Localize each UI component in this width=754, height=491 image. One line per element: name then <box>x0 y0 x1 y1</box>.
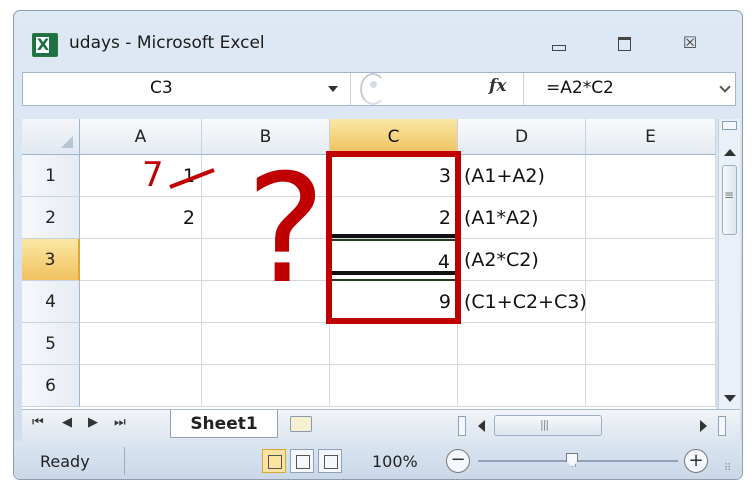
formula-bar: C3 fx =A2*C2 <box>22 72 736 106</box>
status-text: Ready <box>40 452 90 471</box>
cell-c4[interactable]: 9 <box>330 281 458 323</box>
vertical-scroll-thumb[interactable] <box>722 165 737 235</box>
name-box-value: C3 <box>150 78 173 98</box>
cell-b6[interactable] <box>202 365 330 407</box>
normal-view-icon[interactable] <box>262 449 286 473</box>
cell-c6[interactable] <box>330 365 458 407</box>
row-header-3[interactable]: 3 <box>22 239 80 281</box>
scroll-right-arrow-icon[interactable] <box>700 420 707 432</box>
excel-window: X udays - Microsoft Excel ☒ C3 fx =A2*C2… <box>13 10 743 480</box>
cell-e5[interactable] <box>586 323 716 365</box>
column-header-d[interactable]: D <box>458 119 586 155</box>
cell-a5[interactable] <box>80 323 202 365</box>
annotation-handwritten-seven: 7 <box>142 155 164 195</box>
cell-e6[interactable] <box>586 365 716 407</box>
formula-bar-handle-icon <box>360 73 386 105</box>
excel-app-icon[interactable]: X <box>32 33 58 57</box>
chevron-down-icon[interactable] <box>328 86 338 92</box>
previous-sheet-icon[interactable]: ◀ <box>62 415 72 430</box>
cell-e1[interactable] <box>586 155 716 197</box>
scroll-down-arrow-icon[interactable] <box>724 395 736 402</box>
cell-d4[interactable]: (C1+C2+C3) <box>458 281 587 323</box>
sheet-tab-sheet1[interactable]: Sheet1 <box>170 410 278 438</box>
vertical-split-handle[interactable] <box>722 121 737 130</box>
cell-a1[interactable]: 1 <box>80 155 202 197</box>
cell-d5[interactable] <box>458 323 586 365</box>
zoom-slider-track[interactable] <box>478 460 678 462</box>
formula-input[interactable]: =A2*C2 <box>546 78 614 98</box>
next-sheet-icon[interactable]: ▶ <box>88 415 98 430</box>
scroll-up-arrow-icon[interactable] <box>724 149 736 156</box>
row-header-2[interactable]: 2 <box>22 197 80 239</box>
cell-a2[interactable]: 2 <box>80 197 202 239</box>
cell-d6[interactable] <box>458 365 586 407</box>
worksheet-grid: A B C D E 1 2 3 4 5 6 1 3 (A1+A2) 2 2 (A… <box>22 119 716 409</box>
cell-b5[interactable] <box>202 323 330 365</box>
zoom-in-button[interactable]: + <box>684 449 708 473</box>
formula-bar-divider <box>523 73 524 105</box>
column-header-a[interactable]: A <box>80 119 202 155</box>
row-header-6[interactable]: 6 <box>22 365 80 407</box>
page-layout-view-icon[interactable] <box>290 449 314 473</box>
row-header-1[interactable]: 1 <box>22 155 80 197</box>
window-title: udays - Microsoft Excel <box>69 33 265 53</box>
page-break-preview-icon[interactable] <box>318 449 342 473</box>
vertical-scrollbar[interactable] <box>718 119 740 409</box>
column-header-e[interactable]: E <box>586 119 716 155</box>
title-bar: X udays - Microsoft Excel ☒ <box>14 11 742 65</box>
column-header-c[interactable]: C <box>330 119 458 155</box>
cell-c2[interactable]: 2 <box>330 197 458 239</box>
row-header-4[interactable]: 4 <box>22 281 80 323</box>
status-divider <box>124 447 125 475</box>
last-sheet-icon[interactable]: ⏭ <box>114 415 126 430</box>
maximize-button[interactable] <box>610 31 638 55</box>
sheet-tab-bar: ⏮ ◀ ▶ ⏭ Sheet1 <box>22 409 740 441</box>
cell-a6[interactable] <box>80 365 202 407</box>
cell-d1[interactable]: (A1+A2) <box>458 155 586 197</box>
cell-c3[interactable]: 4 <box>330 239 458 281</box>
cell-e3[interactable] <box>586 239 716 281</box>
scroll-left-arrow-icon[interactable] <box>478 420 485 432</box>
close-button[interactable]: ☒ <box>676 31 704 55</box>
zoom-out-button[interactable]: − <box>446 449 470 473</box>
horizontal-split-handle[interactable] <box>458 416 466 436</box>
row-header-5[interactable]: 5 <box>22 323 80 365</box>
cell-a4[interactable] <box>80 281 202 323</box>
zoom-slider-thumb[interactable] <box>566 453 578 467</box>
horizontal-scroll-end-handle[interactable] <box>718 416 726 436</box>
expand-formula-bar-icon[interactable] <box>719 81 731 93</box>
resize-grip-icon[interactable]: ⠿ <box>724 463 731 474</box>
minimize-button[interactable] <box>544 31 572 55</box>
cell-c1[interactable]: 3 <box>330 155 458 197</box>
cell-d3[interactable]: (A2*C2) <box>458 239 586 281</box>
insert-function-icon[interactable]: fx <box>489 76 506 96</box>
cell-d2[interactable]: (A1*A2) <box>458 197 586 239</box>
insert-worksheet-icon[interactable] <box>290 416 312 432</box>
cell-c5[interactable] <box>330 323 458 365</box>
first-sheet-icon[interactable]: ⏮ <box>32 415 44 430</box>
annotation-question-mark: ? <box>246 143 326 317</box>
cell-e4[interactable] <box>586 281 716 323</box>
horizontal-scroll-thumb[interactable] <box>494 415 602 436</box>
zoom-level[interactable]: 100% <box>372 452 418 471</box>
select-all-button[interactable] <box>22 119 80 155</box>
cell-a3[interactable] <box>80 239 202 281</box>
status-bar: Ready 100% − + ⠿ <box>14 441 742 479</box>
name-box[interactable]: C3 <box>23 73 351 105</box>
cell-e2[interactable] <box>586 197 716 239</box>
